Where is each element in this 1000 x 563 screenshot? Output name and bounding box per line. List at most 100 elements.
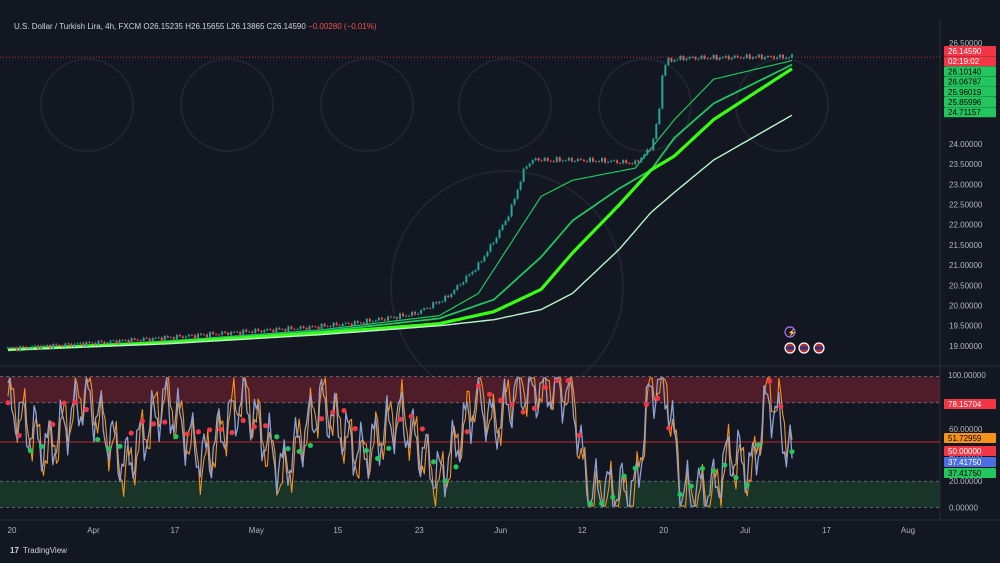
oscillator-signal-dot	[307, 442, 313, 449]
candle-body	[504, 220, 507, 225]
candle-body	[697, 58, 700, 60]
price-axis-tick-label: 21.00000	[949, 261, 983, 270]
candle-body	[293, 328, 296, 330]
candle-body	[55, 344, 58, 346]
candle-body	[278, 327, 281, 330]
flag-stripe	[800, 346, 808, 350]
candle-body	[703, 55, 706, 59]
candle-body	[558, 157, 561, 162]
price-axis-tick-label: 19.50000	[949, 322, 983, 331]
candle-body	[429, 308, 432, 309]
candle-body	[97, 340, 100, 346]
candle-body	[739, 57, 742, 59]
oscillator-signal-dot	[251, 424, 257, 430]
candle-body	[28, 348, 31, 350]
oscillator-signal-dot	[139, 418, 145, 424]
candle-body	[736, 55, 739, 58]
price-axis-tick-label: 24.00000	[949, 140, 983, 149]
candle-body	[215, 334, 218, 335]
symbol-name: U.S. Dollar / Turkish Lira, 4h, FXCM	[14, 22, 142, 31]
candle-body	[260, 330, 263, 333]
candle-body	[438, 301, 441, 304]
price-axis-tick-label: 22.00000	[949, 221, 983, 230]
price-tag-label: 25.96019	[948, 88, 982, 97]
candle-body	[721, 57, 724, 59]
candle-body	[395, 317, 398, 319]
candle-body	[130, 338, 133, 344]
price-tag: 24.71157	[944, 107, 996, 118]
candle-body	[329, 326, 332, 327]
candle-body	[58, 345, 61, 346]
candle-body	[474, 270, 477, 272]
candle-body	[588, 157, 591, 162]
oscillator-signal-dot	[554, 377, 560, 384]
candle-body	[450, 293, 453, 298]
oscillator-signal-dot	[408, 413, 414, 419]
candle-body	[386, 316, 389, 321]
oscillator-axis-tick-label: 20.00000	[949, 477, 983, 486]
time-axis-tick-label: 20	[659, 526, 668, 535]
candle-body	[199, 333, 202, 335]
ohlc-change: −0.00280 (−0.01%)	[308, 22, 377, 31]
candle-body	[142, 337, 145, 341]
candle-body	[607, 161, 610, 163]
candle-body	[320, 323, 323, 329]
oscillator-signal-dot	[453, 464, 459, 470]
candle-body	[622, 160, 625, 164]
candle-body	[724, 55, 727, 58]
candle-body	[266, 329, 269, 331]
oscillator-signal-dot	[16, 432, 22, 439]
oscillator-signal-dot	[352, 426, 358, 432]
oscillator-signal-dot	[431, 459, 437, 465]
candle-body	[254, 328, 257, 333]
candle-body	[341, 323, 344, 326]
candle-body	[769, 56, 772, 57]
candle-body	[546, 157, 549, 161]
price-chart[interactable]: 19.00000 19.50000 20.00000 20.50000 21.00000…	[0, 0, 1000, 563]
candle-body	[775, 57, 778, 59]
oscillator-signal-dot	[61, 400, 67, 406]
oscillator-zone	[0, 481, 940, 508]
candle-body	[718, 57, 721, 60]
oscillator-signal-dot	[117, 443, 123, 449]
moving-average-line-3	[7, 67, 793, 352]
candle-body	[411, 311, 414, 316]
candle-body	[175, 334, 178, 340]
candle-body	[103, 341, 106, 344]
oscillator-signal-dot	[274, 434, 280, 440]
candle-body	[112, 340, 115, 342]
candle-body	[643, 154, 646, 158]
candle-body	[124, 339, 127, 341]
candle-body	[525, 166, 528, 169]
oscillator-signal-dot	[688, 483, 694, 489]
candle-body	[748, 54, 751, 59]
candle-body	[353, 320, 356, 326]
oscillator-tag-label: 51.72959	[948, 434, 982, 443]
candle-body	[441, 301, 444, 303]
candle-body	[317, 326, 320, 329]
candle-body	[16, 347, 19, 351]
candle-body	[224, 331, 227, 333]
oscillator-signal-dot	[240, 417, 246, 424]
tradingview-brand[interactable]: 17 TradingView	[10, 546, 67, 555]
candle-body	[139, 340, 142, 342]
candle-body	[501, 224, 504, 230]
oscillator-signal-dot	[464, 429, 470, 435]
candle-body	[160, 337, 163, 341]
candle-body	[287, 326, 290, 332]
oscillator-signal-dot	[487, 391, 493, 397]
candle-body	[399, 313, 401, 319]
candle-body	[136, 339, 139, 341]
candle-body	[154, 337, 157, 339]
oscillator-signal-dot	[520, 409, 526, 415]
candle-body	[751, 57, 754, 59]
candle-body	[13, 347, 16, 349]
candle-body	[453, 289, 456, 294]
oscillator-signal-dot	[498, 397, 504, 403]
time-axis-tick-label: 20	[8, 526, 17, 535]
candle-body	[655, 123, 658, 139]
candle-body	[561, 160, 564, 162]
candle-body	[190, 334, 193, 336]
candle-body	[537, 158, 540, 161]
candle-body	[109, 340, 112, 343]
